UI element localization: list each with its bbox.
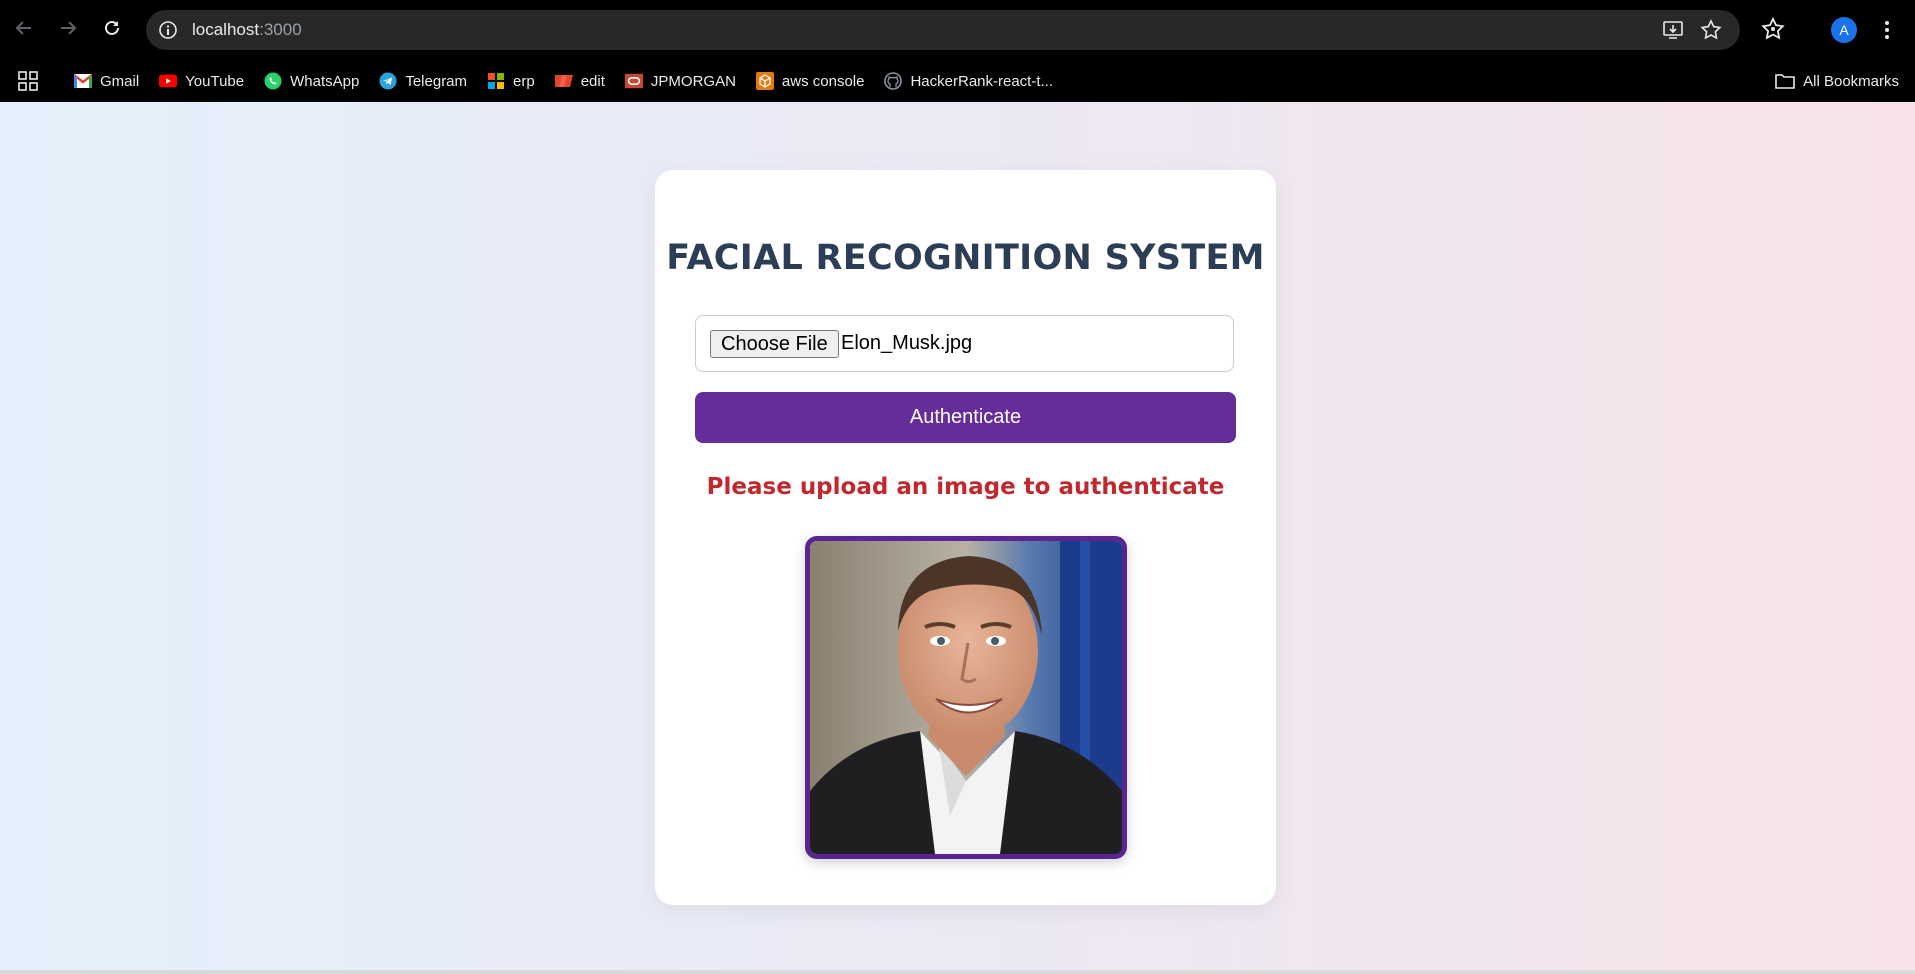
uploaded-image-preview [805,536,1127,859]
menu-kebab-icon[interactable] [1880,16,1894,44]
telegram-icon [379,72,397,90]
url-host: localhost [192,20,260,39]
bookmark-label: JPMORGAN [650,72,736,90]
oracle-icon [624,72,643,90]
bookmark-label: erp [513,72,535,90]
bookmark-label: Telegram [405,72,468,90]
url-port: :3000 [259,20,302,39]
browser-toolbar: localhost:3000 A [0,0,1915,60]
erp-icon [487,72,505,90]
url-text[interactable]: localhost:3000 [192,20,302,40]
bookmark-label: WhatsApp [290,72,360,90]
portrait-image [810,541,1122,854]
forward-button[interactable] [54,14,82,42]
bookmark-label: edit [580,72,605,90]
page-title: FACIAL RECOGNITION SYSTEM [666,238,1265,278]
bookmarks-bar: Gmail YouTube WhatsApp Telegram erp edit… [0,60,1915,103]
bookmark-telegram[interactable]: Telegram [379,60,467,102]
youtube-icon [159,72,178,90]
bookmark-aws-console[interactable]: aws console [755,60,865,102]
status-message: Please upload an image to authenticate [706,474,1225,500]
extensions-star-icon[interactable] [1760,16,1786,42]
arrow-left-icon [15,21,31,35]
bookmark-label: YouTube [185,72,245,90]
apps-grid-icon[interactable] [18,71,38,91]
address-bar[interactable]: localhost:3000 [146,10,1740,50]
window-bottom-edge [0,970,1915,974]
reload-button[interactable] [98,14,126,42]
reload-icon [105,20,119,35]
file-input[interactable]: Choose File Elon_Musk.jpg [695,315,1234,372]
authenticate-button[interactable]: Authenticate [695,392,1236,443]
all-bookmarks-label: All Bookmarks [1803,72,1899,90]
auth-card: FACIAL RECOGNITION SYSTEM Choose File El… [655,170,1276,905]
site-info-icon[interactable] [158,20,178,40]
bookmark-jpmorgan[interactable]: JPMORGAN [624,60,736,102]
bookmark-erp[interactable]: erp [487,60,535,102]
bookmark-label: HackerRank-react-t... [910,72,1054,90]
edit-icon [554,72,573,90]
selected-file-name: Elon_Musk.jpg [841,332,973,354]
gmail-icon [74,72,92,90]
bookmark-whatsapp[interactable]: WhatsApp [264,60,359,102]
folder-icon [1775,74,1795,89]
aws-icon [755,72,774,90]
profile-avatar[interactable]: A [1831,17,1857,43]
bookmark-list: Gmail YouTube WhatsApp Telegram erp edit… [74,60,1073,102]
bookmark-star-icon[interactable] [1700,19,1722,41]
arrow-right-icon [61,21,77,35]
bookmark-label: Gmail [100,72,140,90]
bookmark-hackerrank[interactable]: HackerRank-react-t... [884,60,1053,102]
choose-file-button[interactable]: Choose File [710,330,839,358]
github-icon [884,72,903,90]
bookmark-youtube[interactable]: YouTube [159,60,244,102]
whatsapp-icon [264,72,282,90]
page-background: FACIAL RECOGNITION SYSTEM Choose File El… [0,102,1915,972]
bookmark-label: aws console [781,72,865,90]
bookmark-gmail[interactable]: Gmail [74,60,139,102]
back-button[interactable] [10,14,38,42]
all-bookmarks[interactable]: All Bookmarks [1775,60,1899,102]
bookmark-edit[interactable]: edit [554,60,605,102]
install-app-icon[interactable] [1662,19,1684,41]
